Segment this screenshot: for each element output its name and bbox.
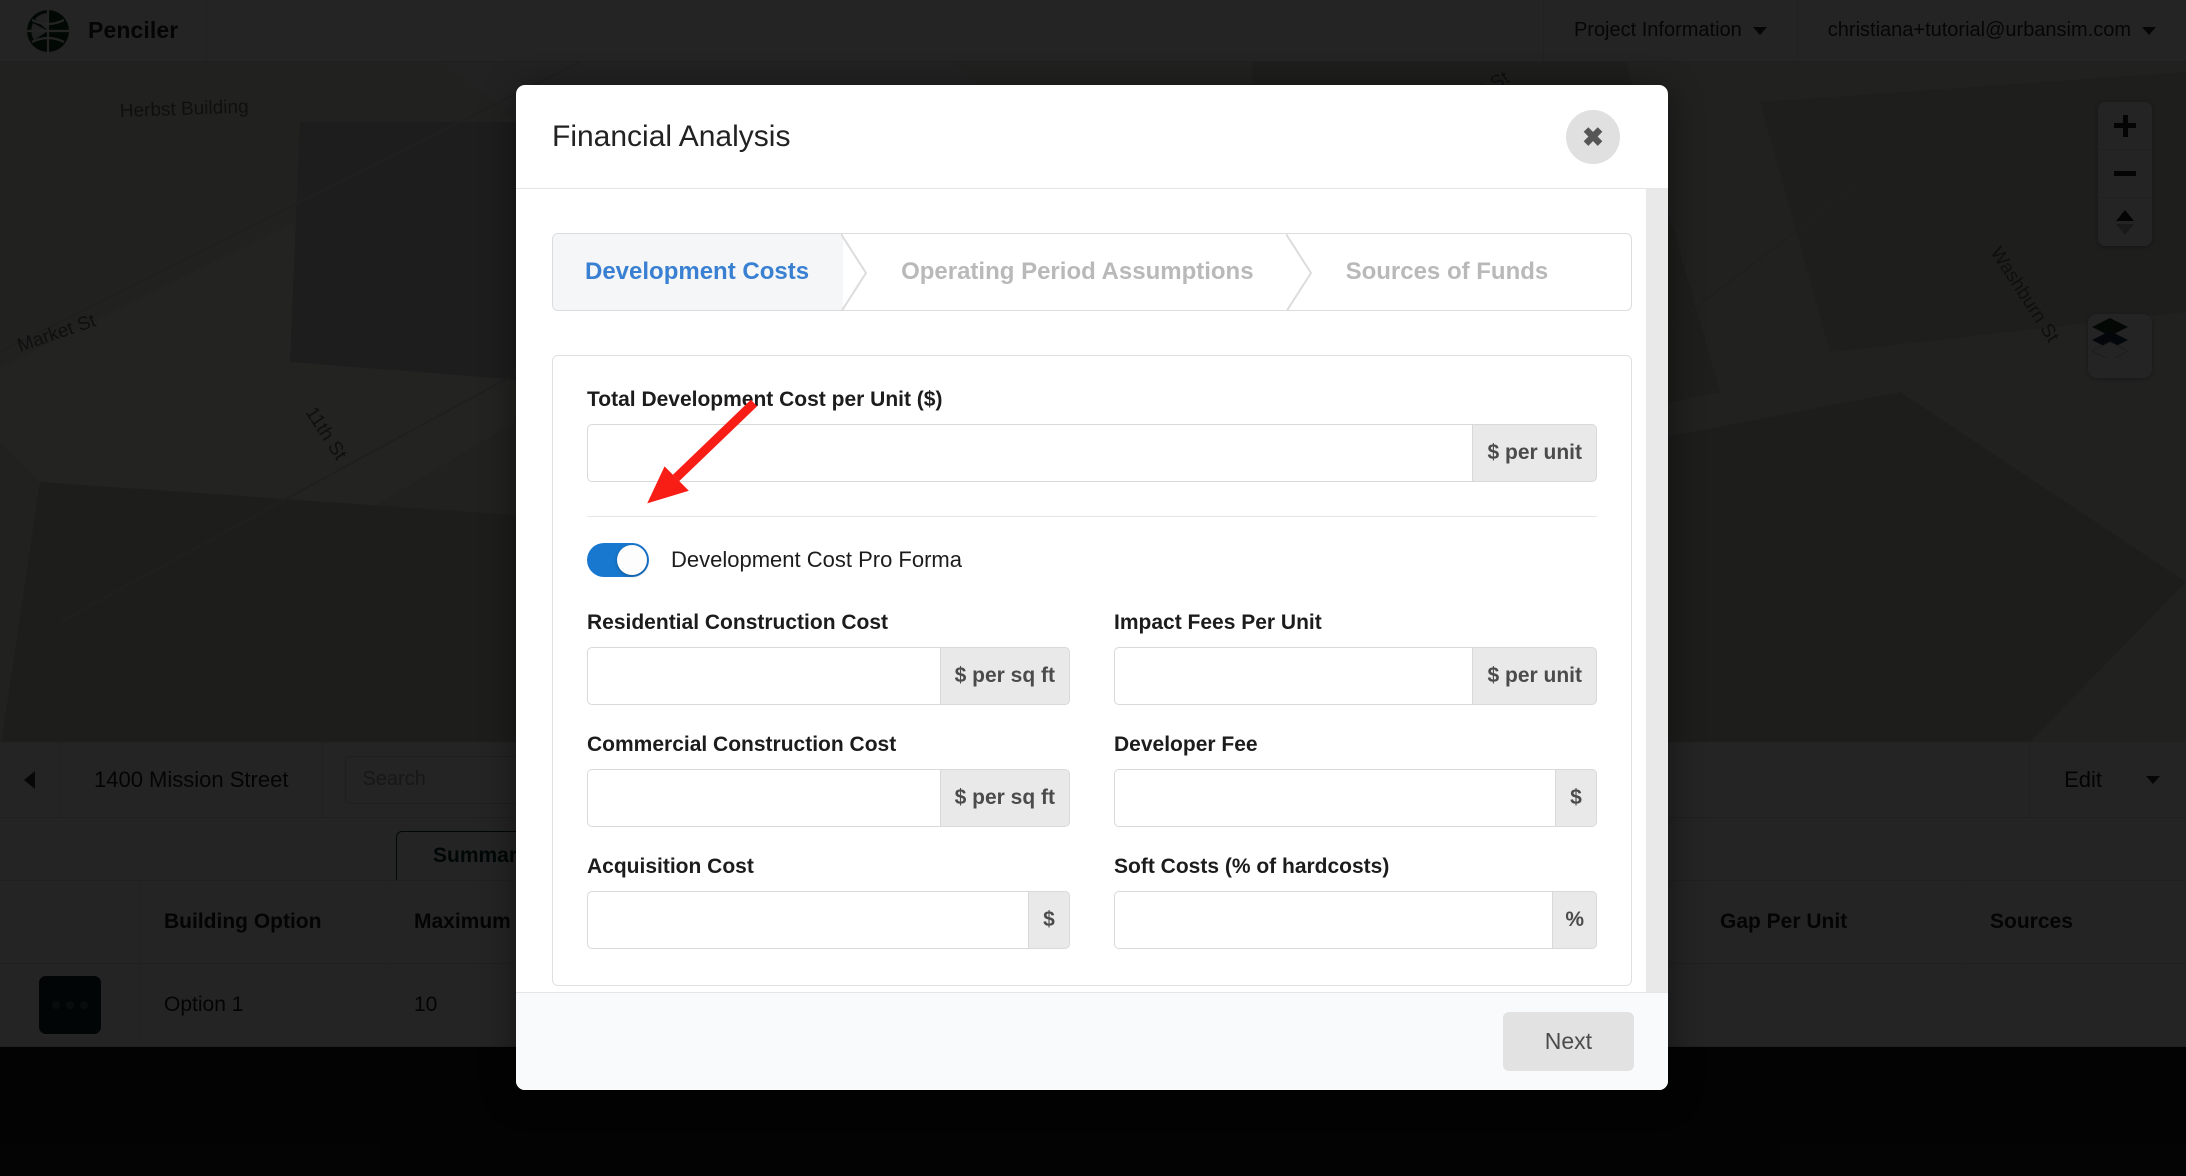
wizard-steps: Development Costs Operating Period Assum… <box>552 233 1632 311</box>
impact-fees-per-unit-input[interactable] <box>1114 647 1473 705</box>
acquisition-cost-label: Acquisition Cost <box>587 855 754 878</box>
commercial-construction-cost-input-group: $ per sq ft <box>587 769 1070 827</box>
modal-title: Financial Analysis <box>552 119 791 153</box>
acquisition-cost-input-group: $ <box>587 891 1070 949</box>
residential-construction-cost-label: Residential Construction Cost <box>587 611 889 634</box>
modal-body: Development Costs Operating Period Assum… <box>516 189 1668 992</box>
total-development-cost-input-group: $ per unit <box>587 424 1597 482</box>
acquisition-cost-field: Acquisition Cost $ <box>587 855 1070 949</box>
tab-sources-of-funds-label: Sources of Funds <box>1345 258 1549 285</box>
developer-fee-field: Developer Fee $ <box>1114 733 1597 827</box>
total-development-cost-input[interactable] <box>587 424 1473 482</box>
modal-scrollbar[interactable] <box>1646 189 1668 992</box>
toggle-knob <box>617 545 647 575</box>
residential-construction-cost-addon: $ per sq ft <box>939 647 1070 705</box>
development-cost-pro-forma-label: Development Cost Pro Forma <box>671 547 962 572</box>
cost-fields-grid: Residential Construction Cost $ per sq f… <box>587 611 1597 949</box>
financial-analysis-modal: Financial Analysis ✖ Development Costs O… <box>516 85 1668 1090</box>
commercial-construction-cost-input[interactable] <box>587 769 940 827</box>
modal-footer: Next <box>516 992 1668 1090</box>
tab-development-costs[interactable]: Development Costs <box>553 234 868 310</box>
residential-construction-cost-input-group: $ per sq ft <box>587 647 1070 705</box>
impact-fees-per-unit-label: Impact Fees Per Unit <box>1114 611 1322 634</box>
modal-header: Financial Analysis ✖ <box>516 85 1668 189</box>
commercial-construction-cost-addon: $ per sq ft <box>939 769 1070 827</box>
developer-fee-input[interactable] <box>1114 769 1555 827</box>
panel-divider <box>587 516 1597 517</box>
acquisition-cost-input[interactable] <box>587 891 1028 949</box>
residential-construction-cost-input[interactable] <box>587 647 940 705</box>
development-costs-panel: Total Development Cost per Unit ($) $ pe… <box>552 355 1632 986</box>
next-button[interactable]: Next <box>1502 1012 1634 1071</box>
total-development-cost-addon: $ per unit <box>1472 424 1597 482</box>
residential-construction-cost-field: Residential Construction Cost $ per sq f… <box>587 611 1070 705</box>
development-cost-pro-forma-toggle[interactable] <box>587 543 649 577</box>
developer-fee-addon: $ <box>1555 769 1597 827</box>
soft-costs-input-group: % <box>1114 891 1597 949</box>
tab-operating-period-assumptions[interactable]: Operating Period Assumptions <box>843 234 1312 310</box>
soft-costs-input[interactable] <box>1114 891 1553 949</box>
soft-costs-label: Soft Costs (% of hardcosts) <box>1114 855 1390 878</box>
soft-costs-field: Soft Costs (% of hardcosts) % <box>1114 855 1597 949</box>
commercial-construction-cost-field: Commercial Construction Cost $ per sq ft <box>587 733 1070 827</box>
total-development-cost-field: Total Development Cost per Unit ($) $ pe… <box>587 388 1597 482</box>
tab-sources-of-funds[interactable]: Sources of Funds <box>1287 234 1583 310</box>
impact-fees-per-unit-addon: $ per unit <box>1472 647 1597 705</box>
acquisition-cost-addon: $ <box>1028 891 1070 949</box>
tab-development-costs-label: Development Costs <box>585 258 810 285</box>
total-development-cost-label: Total Development Cost per Unit ($) <box>587 388 943 411</box>
commercial-construction-cost-label: Commercial Construction Cost <box>587 733 897 756</box>
impact-fees-per-unit-field: Impact Fees Per Unit $ per unit <box>1114 611 1597 705</box>
close-icon[interactable]: ✖ <box>1566 109 1620 164</box>
development-cost-pro-forma-row: Development Cost Pro Forma <box>587 543 1597 577</box>
tab-operating-period-assumptions-label: Operating Period Assumptions <box>901 258 1254 285</box>
impact-fees-per-unit-input-group: $ per unit <box>1114 647 1597 705</box>
developer-fee-input-group: $ <box>1114 769 1597 827</box>
developer-fee-label: Developer Fee <box>1114 733 1258 756</box>
soft-costs-addon: % <box>1552 891 1597 949</box>
